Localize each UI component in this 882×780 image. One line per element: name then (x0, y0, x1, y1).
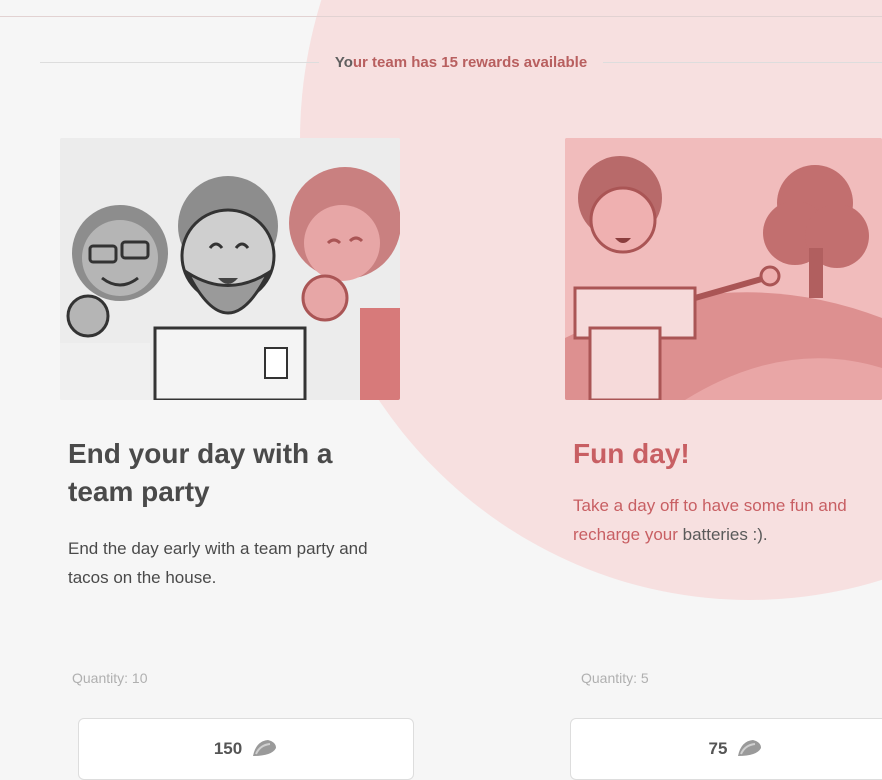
headline-prefix: Yo (334, 53, 353, 71)
reward-card-team-party: End your day with a team party End the d… (60, 138, 414, 780)
header-divider-left (40, 61, 319, 63)
rewards-available-header: Your team has 15 rewards available (40, 50, 882, 74)
taco-icon (250, 738, 278, 760)
team-party-illustration (60, 138, 400, 400)
reward-description: Take a day off to have some fun and rech… (573, 491, 873, 549)
reward-quantity: Quantity: 10 (72, 670, 148, 686)
redeem-button[interactable]: 75 (570, 718, 882, 780)
reward-title: Fun day! (573, 438, 690, 469)
rewards-available-text: Your team has 15 rewards available (319, 54, 603, 71)
fun-day-illustration (565, 138, 882, 400)
reward-cost: 75 (708, 739, 728, 758)
reward-description-rest: batteries :). (682, 525, 768, 544)
top-divider (0, 16, 882, 17)
reward-description: End the day early with a team party and … (68, 539, 368, 587)
reward-quantity: Quantity: 5 (581, 670, 649, 686)
redeem-button[interactable]: 150 (78, 718, 414, 780)
headline-rest: ur team has 15 rewards available (352, 53, 588, 71)
header-divider-right (603, 61, 882, 63)
taco-icon (735, 738, 763, 760)
reward-title: End your day with a team party (68, 438, 333, 507)
reward-cost: 150 (213, 739, 243, 758)
reward-card-fun-day: Fun day! Take a day off to have some fun… (565, 138, 882, 780)
